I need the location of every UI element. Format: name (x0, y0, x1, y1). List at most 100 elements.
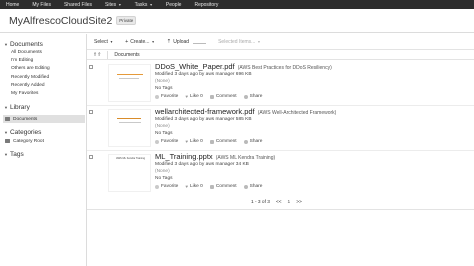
nav-shared-files-label: Shared Files (63, 1, 93, 8)
row-checkbox[interactable] (89, 65, 93, 69)
star-icon (155, 94, 159, 99)
row-checkbox[interactable] (89, 155, 93, 159)
sidebar-section-label: Categories (9, 129, 42, 136)
document-row[interactable]: DDoS_White_Paper.pdf (AWS Best Practices… (87, 62, 474, 106)
library-item-label: Documents (13, 116, 38, 122)
comment-icon (209, 139, 214, 144)
share-icon (243, 184, 248, 189)
comment-button[interactable]: Comment (209, 139, 237, 144)
sidebar-section-categories[interactable]: ▼ Categories (4, 129, 41, 136)
document-meta: Modified 3 days ago by aws manager 696 K… (155, 72, 252, 77)
sidebar-section-documents[interactable]: ▼ Documents (4, 41, 43, 48)
document-info: wellarchitected-framework.pdf (AWS Well-… (155, 107, 336, 136)
site-header: MyAlfrescoCloudSite2 Private (0, 9, 474, 32)
library-item-documents[interactable]: Documents (3, 115, 85, 123)
select-label: Select (94, 38, 108, 45)
nav-repository[interactable]: Repository (194, 2, 218, 8)
pager-next[interactable]: >> (296, 200, 302, 205)
create-button[interactable]: + Create... ▼ (125, 39, 155, 45)
heart-icon: ♥ (185, 184, 188, 189)
like-button[interactable]: ♥ Like 0 (185, 184, 203, 189)
nav-people[interactable]: People (166, 2, 182, 8)
filter-recently-added[interactable]: Recently Added (11, 83, 45, 88)
filter-my-favorites[interactable]: My Favorites (11, 91, 38, 96)
share-label: Share (249, 139, 263, 144)
nav-my-files[interactable]: My Files (32, 2, 51, 8)
document-summary: (None) (155, 124, 170, 129)
document-actions: Favorite ♥ Like 0 Comment Share (155, 184, 269, 189)
folder-up-icon[interactable]: ⇑⇑ (93, 52, 101, 58)
favorite-button[interactable]: Favorite (155, 94, 178, 99)
pagination: 1 - 3 of 3 << 1 >> (251, 200, 308, 205)
document-row[interactable]: wellarchitected-framework.pdf (AWS Well-… (87, 107, 474, 151)
category-root[interactable]: Category Root (3, 137, 85, 145)
like-count: 0 (200, 139, 203, 144)
doc-toolbar: Select ▼ + Create... ▼ ⇡ Upload Selected… (87, 36, 474, 47)
like-button[interactable]: ♥ Like 0 (185, 94, 203, 99)
pager-current-page[interactable]: 1 (288, 200, 291, 205)
like-label: Like (190, 184, 199, 189)
comment-label: Comment (215, 184, 237, 189)
filter-others-editing[interactable]: Others are Editing (11, 66, 50, 71)
share-button[interactable]: Share (243, 139, 263, 144)
document-name[interactable]: ML_Training.pptx (155, 152, 213, 161)
chevron-down-icon: ▼ (109, 39, 114, 44)
upload-button[interactable]: ⇡ Upload (166, 38, 207, 45)
favorite-label: Favorite (161, 139, 179, 144)
comment-button[interactable]: Comment (209, 94, 237, 99)
site-title: MyAlfrescoCloudSite2 (9, 14, 113, 27)
selected-items-button[interactable]: Selected Items... ▼ (218, 39, 260, 45)
like-label: Like (190, 94, 199, 99)
pager-prev[interactable]: << (276, 200, 282, 205)
nav-repository-label: Repository (194, 1, 219, 8)
document-description: (AWS Best Practices for DDoS Resiliency) (237, 65, 332, 71)
document-row[interactable]: AWS ML Kendra Training ML_Training.pptx … (87, 152, 474, 196)
document-thumbnail[interactable]: AWS ML Kendra Training (108, 154, 151, 192)
sidebar-section-tags[interactable]: ▼ Tags (4, 151, 24, 158)
nav-home-label: Home (6, 1, 20, 8)
document-name[interactable]: DDoS_White_Paper.pdf (155, 62, 235, 71)
filter-recently-modified[interactable]: Recently Modified (11, 75, 49, 80)
document-name[interactable]: wellarchitected-framework.pdf (155, 107, 255, 116)
document-thumbnail[interactable] (108, 109, 151, 147)
breadcrumb-documents[interactable]: Documents (114, 52, 139, 58)
chevron-down-icon: ▼ (151, 39, 155, 44)
comment-label: Comment (215, 139, 237, 144)
document-name-line: wellarchitected-framework.pdf (AWS Well-… (155, 107, 336, 116)
divider (107, 50, 109, 59)
sidebar: ▼ Documents All Documents I'm Editing Ot… (0, 34, 85, 266)
pager-divider (87, 209, 474, 210)
folder-icon (5, 117, 10, 121)
select-button[interactable]: Select ▼ (94, 39, 113, 45)
comment-icon (209, 184, 214, 189)
favorite-button[interactable]: Favorite (155, 139, 178, 144)
divider (193, 40, 207, 44)
star-icon (155, 184, 159, 189)
star-icon (155, 139, 159, 144)
like-count: 0 (200, 184, 203, 189)
nav-tasks[interactable]: Tasks ▼ (135, 2, 153, 8)
nav-shared-files[interactable]: Shared Files (64, 2, 92, 8)
category-root-label: Category Root (13, 138, 44, 144)
nav-sites[interactable]: Sites ▼ (105, 2, 122, 8)
collapse-triangle-icon: ▼ (4, 42, 8, 47)
sidebar-section-label: Tags (9, 151, 24, 158)
share-button[interactable]: Share (243, 184, 262, 189)
filter-im-editing[interactable]: I'm Editing (11, 58, 33, 63)
row-divider (87, 150, 474, 151)
row-divider (87, 105, 474, 106)
row-checkbox[interactable] (89, 110, 93, 114)
share-button[interactable]: Share (243, 94, 262, 99)
nav-home[interactable]: Home (6, 2, 19, 8)
document-info: DDoS_White_Paper.pdf (AWS Best Practices… (155, 62, 332, 91)
filter-all-documents[interactable]: All Documents (11, 50, 42, 55)
document-thumbnail[interactable] (108, 64, 151, 102)
comment-button[interactable]: Comment (209, 184, 237, 189)
like-button[interactable]: ♥ Like 0 (185, 139, 203, 144)
document-name-line: DDoS_White_Paper.pdf (AWS Best Practices… (155, 62, 332, 71)
favorite-button[interactable]: Favorite (155, 184, 178, 189)
nav-people-label: People (165, 1, 182, 8)
sidebar-section-library[interactable]: ▼ Library (4, 104, 30, 111)
upload-icon: ⇡ (166, 38, 172, 45)
document-actions: Favorite ♥ Like 0 Comment Share (155, 139, 269, 144)
